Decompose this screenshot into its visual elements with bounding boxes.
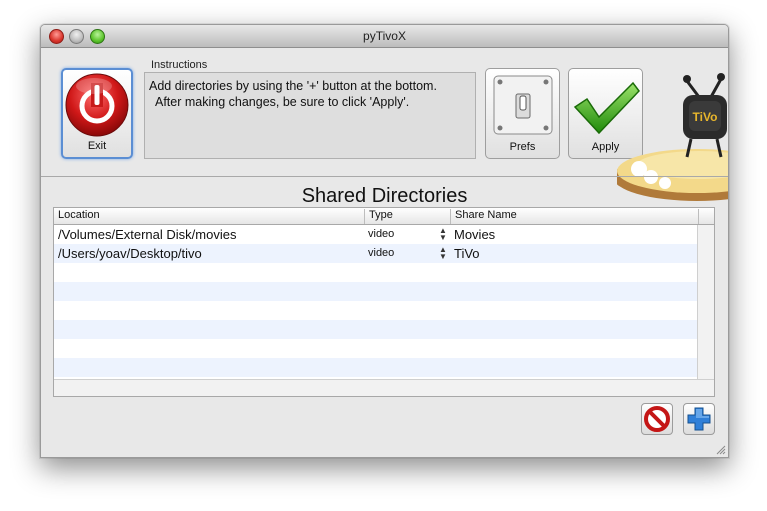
shared-directories-table[interactable]: Location Type Share Name /Volumes/Extern…: [53, 207, 715, 397]
table-header: Location Type Share Name: [54, 208, 714, 225]
empty-row: [54, 358, 699, 377]
app-window: pyTivoX Exit Instructions Add directorie…: [40, 24, 729, 458]
remove-directory-button[interactable]: [641, 403, 673, 435]
row-share-name[interactable]: TiVo: [454, 246, 480, 261]
svg-text:TiVo: TiVo: [693, 110, 718, 124]
section-divider: [41, 176, 728, 177]
empty-row: [54, 339, 699, 358]
window-title: pyTivoX: [363, 29, 406, 43]
vertical-scrollbar[interactable]: [697, 225, 714, 380]
prefs-button[interactable]: Prefs: [485, 68, 560, 159]
empty-row: [54, 301, 699, 320]
row-type-select[interactable]: video: [368, 247, 394, 259]
title-bar[interactable]: pyTivoX: [41, 25, 728, 48]
shared-directories-title: Shared Directories: [301, 185, 468, 207]
table-row[interactable]: /Users/yoav/Desktop/tivo video ▲ ▼ TiVo: [54, 244, 699, 263]
type-stepper-icon[interactable]: ▲ ▼: [439, 246, 447, 261]
empty-row: [54, 282, 699, 301]
column-header-corner: [698, 209, 714, 224]
instructions-line-2: After making changes, be sure to click '…: [155, 95, 410, 109]
switch-icon: [493, 75, 553, 135]
add-directory-button[interactable]: [683, 403, 715, 435]
power-icon: [65, 73, 129, 137]
resize-grip-icon[interactable]: [715, 444, 726, 455]
row-share-name[interactable]: Movies: [454, 227, 495, 242]
type-stepper-icon[interactable]: ▲ ▼: [439, 227, 447, 242]
prefs-button-label: Prefs: [509, 141, 536, 153]
row-location[interactable]: /Users/yoav/Desktop/tivo: [58, 246, 202, 261]
plus-icon: [687, 407, 711, 431]
horizontal-scrollbar[interactable]: [54, 379, 714, 396]
row-type-select[interactable]: video: [368, 228, 394, 240]
empty-row: [54, 320, 699, 339]
column-header-type[interactable]: Type: [364, 209, 450, 224]
column-header-share-name[interactable]: Share Name: [450, 209, 698, 224]
row-location[interactable]: /Volumes/External Disk/movies: [58, 227, 236, 242]
empty-row: [54, 263, 699, 282]
table-rows: /Volumes/External Disk/movies video ▲ ▼ M…: [54, 225, 699, 377]
table-row[interactable]: /Volumes/External Disk/movies video ▲ ▼ M…: [54, 225, 699, 244]
no-entry-icon: [644, 406, 670, 432]
column-header-location[interactable]: Location: [54, 209, 364, 224]
exit-button-label: Exit: [87, 140, 107, 152]
tivo-mascot-icon: TiVo: [617, 73, 728, 201]
instructions-line-1: Add directories by using the '+' button …: [149, 79, 437, 93]
instructions-box: Add directories by using the '+' button …: [144, 72, 476, 159]
exit-button[interactable]: Exit: [61, 68, 133, 159]
instructions-label: Instructions: [151, 59, 208, 71]
